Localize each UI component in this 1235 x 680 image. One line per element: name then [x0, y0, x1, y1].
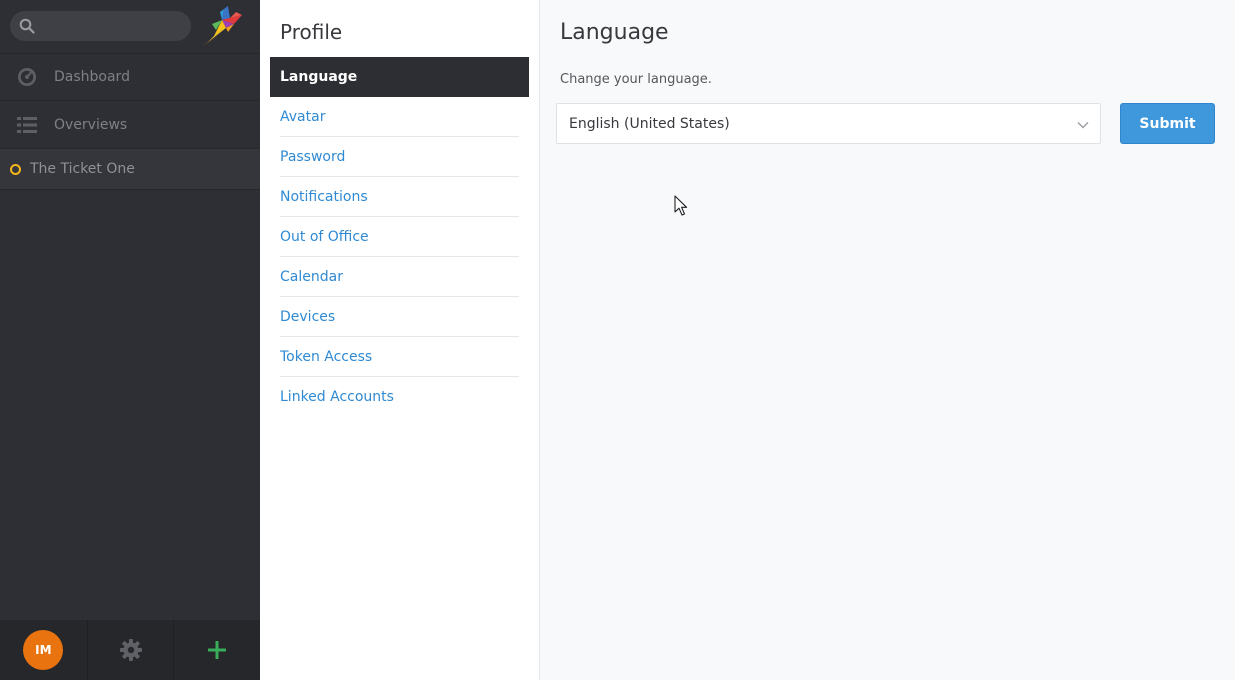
profile-menu-item-token-access[interactable]: Token Access [270, 337, 529, 377]
sidebar-footer: IM [0, 620, 260, 680]
sidebar: Dashboard Overviews The Ticket One IM [0, 0, 260, 680]
profile-menu-item-avatar[interactable]: Avatar [270, 97, 529, 137]
mouse-cursor-icon [674, 195, 688, 216]
add-button[interactable] [173, 620, 260, 680]
app-window: Dashboard Overviews The Ticket One IM Pr… [0, 0, 1235, 680]
profile-menu-item-notifications[interactable]: Notifications [270, 177, 529, 217]
user-menu-button[interactable]: IM [0, 620, 87, 680]
profile-menu-item-out-of-office[interactable]: Out of Office [270, 217, 529, 257]
gear-icon [119, 639, 142, 661]
ticket-label: The Ticket One [30, 161, 135, 177]
profile-title: Profile [280, 20, 343, 44]
search-box[interactable] [10, 11, 191, 41]
ticket-item[interactable]: The Ticket One [0, 149, 260, 190]
chevron-down-icon [1077, 122, 1089, 129]
main-content: Language Change your language. English (… [540, 0, 1235, 680]
page-title: Language [560, 20, 669, 45]
submit-button[interactable]: Submit [1120, 103, 1215, 144]
profile-menu-item-linked-accounts[interactable]: Linked Accounts [270, 377, 529, 417]
profile-menu-item-password[interactable]: Password [270, 137, 529, 177]
nav-dashboard-label: Dashboard [54, 69, 130, 85]
nav-overviews[interactable]: Overviews [0, 102, 260, 149]
language-select-value: English (United States) [569, 116, 730, 132]
list-icon [17, 117, 37, 133]
search-input[interactable] [42, 11, 187, 41]
profile-menu-item-calendar[interactable]: Calendar [270, 257, 529, 297]
plus-icon [208, 641, 227, 659]
profile-menu-item-language[interactable]: Language [270, 57, 529, 97]
profile-menu-list: Language Avatar Password Notifications O… [270, 57, 529, 417]
avatar[interactable]: IM [23, 630, 64, 670]
sidebar-header [0, 0, 260, 54]
page-description: Change your language. [560, 72, 712, 87]
settings-button[interactable] [86, 620, 174, 680]
ticket-status-icon [10, 163, 21, 175]
dashboard-icon [18, 68, 36, 86]
logo-bird-icon [202, 6, 242, 46]
profile-menu-item-devices[interactable]: Devices [270, 297, 529, 337]
nav-dashboard[interactable]: Dashboard [0, 54, 260, 101]
search-icon [19, 18, 35, 34]
language-select[interactable]: English (United States) [556, 103, 1101, 144]
profile-menu: Profile Language Avatar Password Notific… [260, 0, 540, 680]
nav-overviews-label: Overviews [54, 117, 128, 133]
